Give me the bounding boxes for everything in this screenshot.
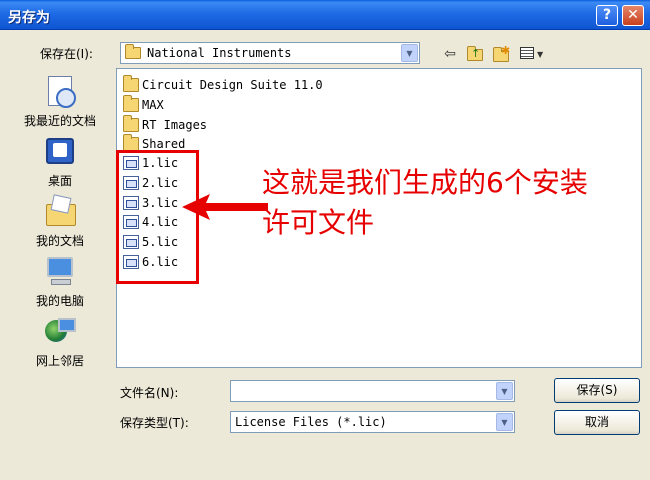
place-my-computer-label: 我的电脑: [35, 294, 84, 308]
save-in-value: National Instruments: [147, 46, 292, 60]
place-my-computer[interactable]: 我的电脑: [10, 254, 110, 309]
place-network-places-label: 网上邻居: [35, 354, 84, 368]
desktop-icon: [42, 134, 78, 170]
recent-documents-icon: [42, 74, 78, 110]
chevron-down-icon[interactable]: ▼: [401, 44, 418, 62]
filetype-label: 保存类型(T):: [120, 416, 189, 430]
view-menu-icon[interactable]: ▼: [518, 44, 546, 64]
folder-icon: [125, 44, 141, 59]
close-button[interactable]: ✕: [622, 5, 644, 26]
help-button[interactable]: ?: [596, 5, 618, 26]
place-recent-documents[interactable]: 我最近的文档: [10, 74, 110, 129]
save-in-label: 保存在(I):: [40, 47, 93, 61]
place-my-documents-label: 我的文档: [35, 234, 84, 248]
filetype-value: License Files (*.lic): [235, 415, 387, 429]
annotation-text: 这就是我们生成的6个安装 许可文件: [262, 163, 588, 243]
filetype-select[interactable]: License Files (*.lic) ▼: [230, 411, 515, 433]
place-network-places[interactable]: 网上邻居: [10, 314, 110, 369]
folder-icon: [123, 134, 139, 151]
new-folder-icon[interactable]: ✱: [491, 44, 511, 64]
window-title: 另存为: [8, 10, 50, 26]
up-folder-icon[interactable]: ↑: [465, 44, 485, 64]
my-documents-icon: [42, 194, 78, 230]
place-recent-documents-label: 我最近的文档: [23, 114, 96, 128]
filename-input[interactable]: ▼: [230, 380, 515, 402]
title-bar: 另存为 ? ✕: [0, 0, 650, 30]
place-desktop[interactable]: 桌面: [10, 134, 110, 189]
folder-icon: [123, 115, 139, 132]
cancel-button[interactable]: 取消: [554, 410, 640, 435]
back-arrow-icon[interactable]: ⇦: [440, 44, 460, 64]
places-bar: 我最近的文档 桌面 我的文档 我的电脑 网上邻居: [10, 68, 110, 373]
my-computer-icon: [42, 254, 78, 290]
chevron-down-icon[interactable]: ▼: [496, 382, 513, 400]
folder-icon: [123, 95, 139, 112]
save-in-dropdown[interactable]: National Instruments ▼: [120, 42, 420, 64]
filename-label: 文件名(N):: [120, 386, 179, 400]
folder-icon: [123, 75, 139, 92]
chevron-down-icon[interactable]: ▼: [496, 413, 513, 431]
place-desktop-label: 桌面: [47, 174, 72, 188]
annotation-line-1: 这就是我们生成的6个安装: [262, 166, 588, 199]
save-button[interactable]: 保存(S): [554, 378, 640, 403]
arrow-icon: [182, 194, 268, 220]
place-my-documents[interactable]: 我的文档: [10, 194, 110, 249]
network-places-icon: [42, 314, 78, 350]
annotation-line-2: 许可文件: [262, 206, 375, 239]
